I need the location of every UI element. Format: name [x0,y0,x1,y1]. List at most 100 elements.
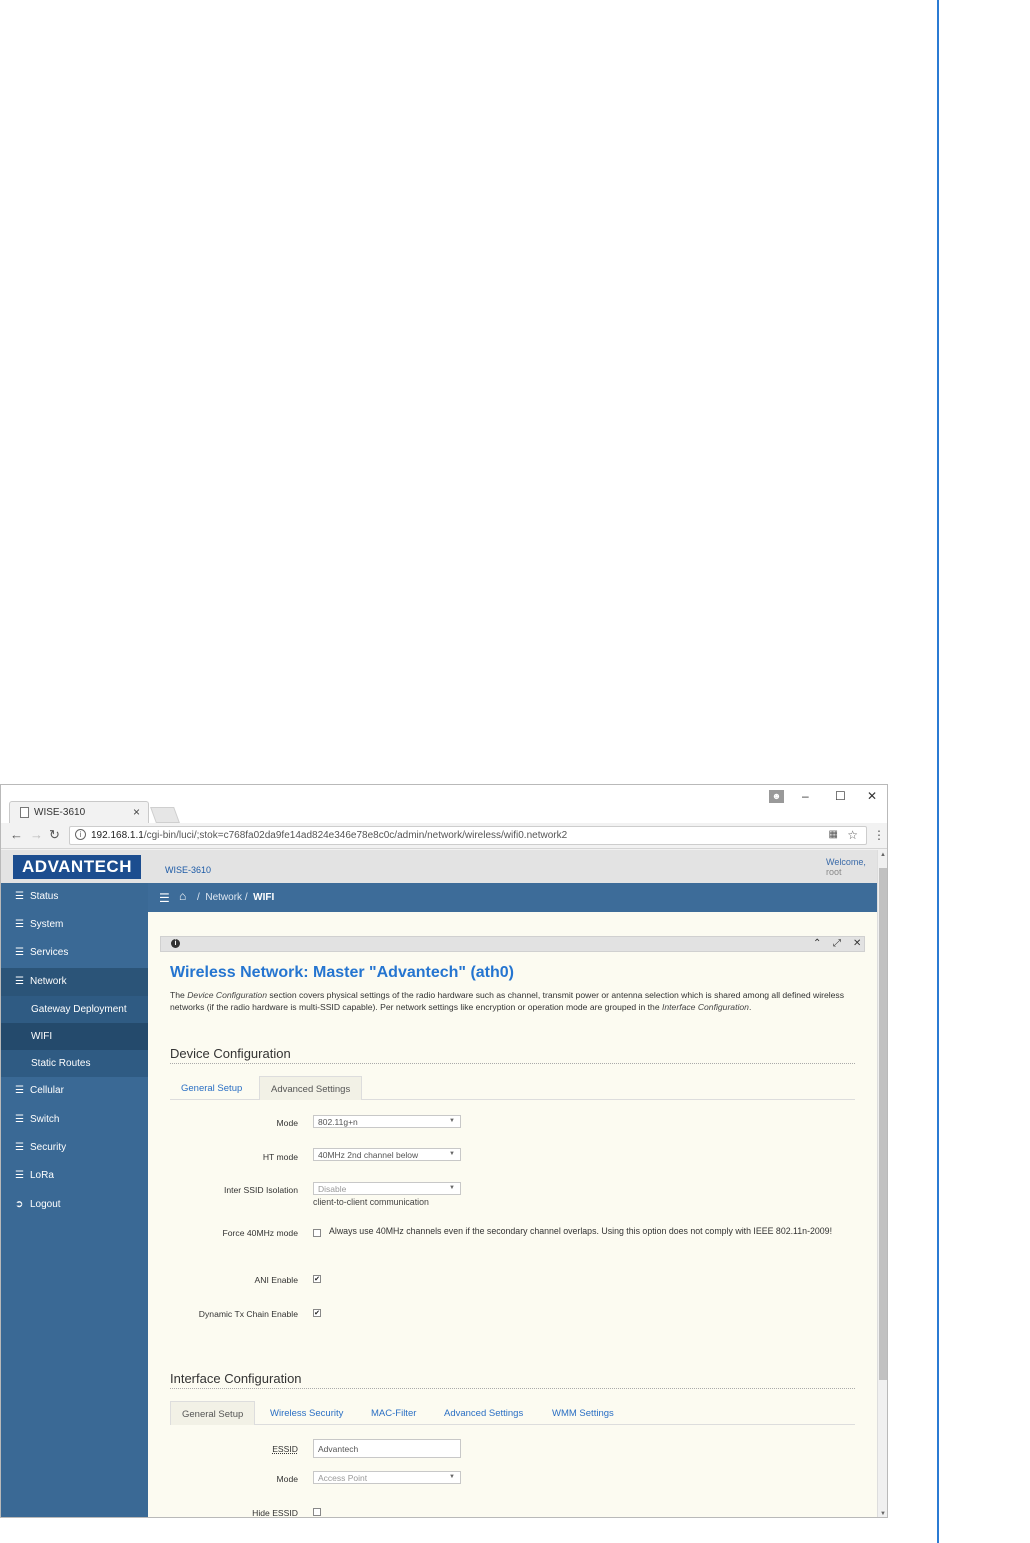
page: WISE-3610 × ☻ – ☐ ✕ ← → ↻ i 192.168.1.1/… [0,0,1030,1543]
page-margin-rule [937,0,939,1543]
page-icon [20,807,29,818]
sidebar-item-status[interactable]: ☰ Status [1,883,148,911]
tab-advanced-settings[interactable]: Advanced Settings [259,1076,363,1100]
essid-input[interactable]: Advantech [313,1439,461,1458]
scroll-down-icon[interactable]: ▼ [880,1511,886,1517]
list-icon: ☰ [15,947,24,958]
force-40mhz-description: Always use 40MHz channels even if the se… [329,1226,833,1236]
breadcrumb-current: WIFI [253,892,275,903]
divider [170,1063,855,1064]
sidebar-item-security[interactable]: ☰ Security [1,1134,148,1162]
list-icon: ☰ [15,1170,24,1181]
mode-label: Mode [276,1118,299,1128]
tab-wireless-security[interactable]: Wireless Security [259,1401,354,1425]
site-info-icon[interactable]: i [75,829,86,840]
list-icon: ☰ [15,1142,24,1153]
close-panel-icon[interactable]: ✕ [853,938,861,949]
browser-tab[interactable]: WISE-3610 × [9,801,149,823]
page-scrollbar[interactable]: ▲ ▼ [877,850,887,1517]
ani-enable-checkbox[interactable]: ✔ [313,1275,321,1283]
ht-mode-select[interactable]: 40MHz 2nd channel below ▼ [313,1148,461,1161]
force-40mhz-label: Force 40MHz mode [222,1228,298,1238]
welcome-text: Welcome, root [826,857,866,877]
dynamic-tx-chain-checkbox[interactable]: ✔ [313,1309,321,1317]
sidebar-item-cellular[interactable]: ☰ Cellular [1,1077,148,1105]
logout-icon: ➲ [15,1199,24,1210]
dynamic-tx-chain-label: Dynamic Tx Chain Enable [198,1309,298,1319]
minimize-button[interactable]: – [802,789,809,803]
chevron-down-icon: ▼ [449,1118,455,1124]
ht-mode-label: HT mode [262,1152,298,1162]
list-icon: ☰ [15,1085,24,1096]
if-mode-select[interactable]: Access Point ▼ [313,1471,461,1484]
sidebar-subitem-wifi[interactable]: WIFI [1,1023,148,1050]
panel-header: i ⌃ ⤢ ✕ [160,936,865,952]
breadcrumb: ☰ ⌂ / Network / WIFI [148,883,877,912]
list-icon: ☰ [15,919,24,930]
sidebar-item-lora[interactable]: ☰ LoRa [1,1162,148,1190]
advantech-logo: ADVANTECH [13,855,141,879]
list-icon: ☰ [15,891,24,902]
sidebar: ☰ Status ☰ System ☰ Services ☰ Network G… [1,883,148,1517]
profile-icon[interactable]: ☻ [769,790,784,803]
force-40mhz-checkbox[interactable] [313,1229,321,1237]
list-icon: ☰ [15,976,24,987]
home-icon[interactable]: ⌂ [179,889,186,903]
sidebar-item-switch[interactable]: ☰ Switch [1,1106,148,1134]
ani-enable-label: ANI Enable [254,1275,298,1285]
page-title: Wireless Network: Master "Advantech" (at… [170,964,515,981]
reload-icon[interactable]: ↻ [49,827,60,843]
sidebar-item-services[interactable]: ☰ Services [1,939,148,967]
if-mode-label: Mode [276,1474,299,1484]
address-bar: ← → ↻ i 192.168.1.1/cgi-bin/luci/;stok=c… [1,823,887,849]
forward-icon[interactable]: → [30,827,43,842]
tab-close-icon[interactable]: × [133,805,140,819]
chevron-down-icon: ▼ [449,1185,455,1191]
inter-ssid-isolation-select[interactable]: Disable ▼ [313,1182,461,1195]
scroll-up-icon[interactable]: ▲ [880,852,886,858]
url-text: 192.168.1.1/cgi-bin/luci/;stok=c768fa02d… [91,830,568,841]
tab-mac-filter[interactable]: MAC-Filter [360,1401,427,1425]
list-icon: ☰ [15,1114,24,1125]
breadcrumb-path: / Network / WIFI [197,892,275,903]
app-header: ADVANTECH WISE-3610 Welcome, root [1,850,877,883]
sidebar-subitem-gateway-deployment[interactable]: Gateway Deployment [1,996,148,1023]
bookmark-star-icon[interactable]: ☆ [847,828,858,842]
tab-wmm-settings[interactable]: WMM Settings [541,1401,625,1425]
user-name: root [826,867,842,877]
content-panel: i ⌃ ⤢ ✕ Wireless Network: Master "Advant… [160,936,865,1517]
sidebar-subitem-static-routes[interactable]: Static Routes [1,1050,148,1077]
url-input[interactable]: i 192.168.1.1/cgi-bin/luci/;stok=c768fa0… [69,826,867,845]
hide-essid-checkbox[interactable] [313,1508,321,1516]
mode-select[interactable]: 802.11g+n ▼ [313,1115,461,1128]
essid-label: ESSID [272,1444,298,1454]
tab-if-general-setup[interactable]: General Setup [170,1401,256,1425]
device-config-heading: Device Configuration [170,1046,291,1061]
scrollbar-thumb[interactable] [879,868,887,1380]
tab-if-advanced-settings[interactable]: Advanced Settings [433,1401,534,1425]
breadcrumb-network[interactable]: Network [205,892,242,903]
sidebar-item-system[interactable]: ☰ System [1,911,148,939]
sidebar-item-logout[interactable]: ➲ Logout [1,1191,148,1219]
device-config-tabs: General Setup Advanced Settings [170,1076,855,1100]
tab-title: WISE-3610 [34,807,86,818]
sidebar-item-network[interactable]: ☰ Network [1,968,148,996]
collapse-icon[interactable]: ⌃ [813,938,821,949]
close-window-button[interactable]: ✕ [867,789,877,803]
new-tab-button[interactable] [150,807,180,823]
browser-titlebar: WISE-3610 × ☻ – ☐ ✕ [1,785,887,823]
isolation-hint: client-to-client communication [313,1197,429,1207]
expand-icon[interactable]: ⤢ [833,938,841,949]
chevron-down-icon: ▼ [449,1151,455,1157]
info-icon: i [171,939,180,948]
browser-window: WISE-3610 × ☻ – ☐ ✕ ← → ↻ i 192.168.1.1/… [0,784,888,1518]
translate-icon[interactable]: ▦ [829,829,838,840]
page-description: The Device Configuration section covers … [170,990,845,1012]
inter-ssid-isolation-label: Inter SSID Isolation [223,1185,298,1195]
back-icon[interactable]: ← [10,827,23,842]
browser-menu-icon[interactable]: ⋮ [873,828,885,842]
menu-toggle-icon[interactable]: ☰ [159,891,170,905]
maximize-button[interactable]: ☐ [835,789,846,803]
tab-general-setup[interactable]: General Setup [170,1076,253,1100]
interface-config-tabs: General Setup Wireless Security MAC-Filt… [170,1401,855,1425]
